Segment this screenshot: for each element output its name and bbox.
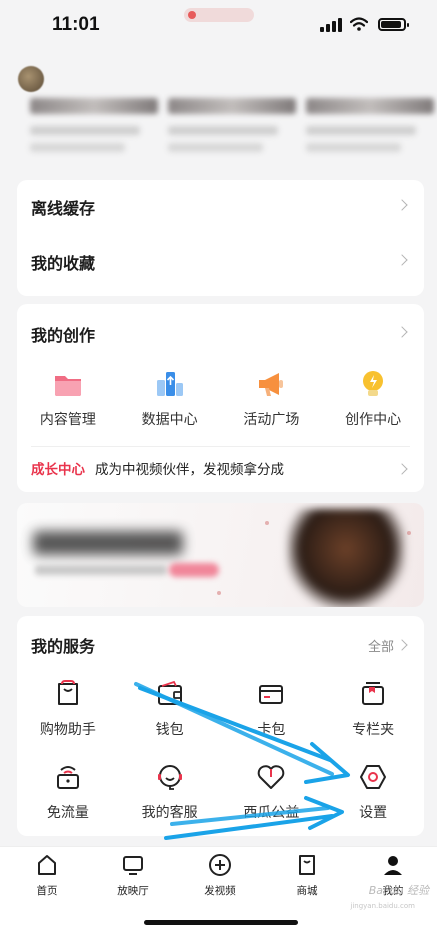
store-icon [299,855,315,875]
free-data-label: 免流量 [46,805,89,821]
content-management-item[interactable]: 内容管理 [17,368,119,429]
wallet-item[interactable]: 钱包 [119,678,221,739]
wallet-icon [157,680,182,705]
watch-history [30,98,437,168]
services-grid-row-1: 购物助手 钱包 卡包 专栏夹 [17,678,424,739]
charity-heart-icon [258,765,285,789]
add-icon [209,854,231,876]
creation-title: 我的创作 [31,326,96,345]
free-data-icon [56,766,79,789]
watermark-url: jingyan.baidu.com [350,902,415,910]
chevron-right-icon [396,326,408,338]
status-bar: 11:01 [0,0,437,52]
growth-center-label: 成长中心 [31,462,85,478]
profile-icon [384,856,402,875]
activity-square-item[interactable]: 活动广场 [221,368,323,429]
card-icon [259,685,284,704]
home-indicator[interactable] [144,920,298,925]
tab-store[interactable]: 商城 [272,853,342,898]
chevron-right-icon [396,463,408,475]
content-management-label: 内容管理 [39,412,96,428]
tab-home-label: 首页 [36,885,58,897]
customer-service-label: 我的客服 [141,805,198,821]
charity-item[interactable]: 西瓜公益 [221,761,323,822]
offline-cache-row[interactable]: 离线缓存 [31,192,410,222]
services-title: 我的服务 [31,637,96,656]
column-folder-label: 专栏夹 [352,722,395,738]
activity-square-label: 活动广场 [243,412,300,428]
free-data-item[interactable]: 免流量 [17,761,119,822]
status-time: 11:01 [52,14,100,35]
shopping-bag-icon [57,680,78,705]
services-all-link[interactable]: 全部 [368,636,394,655]
promo-banner[interactable] [17,503,424,607]
tab-theater[interactable]: 放映厅 [98,853,168,898]
column-folder-icon [362,682,385,705]
divider [31,446,410,447]
wallet-label: 钱包 [155,722,184,738]
tv-icon [123,856,143,875]
creation-card: 我的创作 内容管理 数据中心 活动广场 创作中心 成长中心 成为中视频伙伴，发视… [17,304,424,492]
shopping-assistant-label: 购物助手 [39,722,96,738]
creation-grid: 内容管理 数据中心 活动广场 创作中心 [17,368,424,429]
growth-center-row[interactable]: 成长中心 成为中视频伙伴，发视频拿分成 [31,458,284,478]
tab-store-label: 商城 [296,885,318,897]
tab-home[interactable]: 首页 [12,853,82,898]
customer-service-item[interactable]: 我的客服 [119,761,221,822]
banner-image [287,509,405,607]
charity-label: 西瓜公益 [243,805,300,821]
tab-theater-label: 放映厅 [117,885,149,897]
megaphone-icon [259,373,284,396]
shopping-assistant-item[interactable]: 购物助手 [17,678,119,739]
quick-list-card: 离线缓存 我的收藏 [17,180,424,296]
favorites-row[interactable]: 我的收藏 [31,247,410,277]
app-indicator-pill [184,8,254,22]
services-header: 我的服务 [31,630,410,660]
column-folder-item[interactable]: 专栏夹 [322,678,424,739]
wifi-icon [350,17,368,31]
history-item[interactable] [30,98,158,152]
battery-icon [378,18,409,31]
history-item[interactable] [306,98,434,152]
home-icon [38,855,56,875]
creation-header[interactable]: 我的创作 [31,319,410,349]
customer-service-icon [157,765,182,790]
folder-icon [54,376,81,396]
services-grid-row-2: 免流量 我的客服 西瓜公益 设置 [17,761,424,822]
lightbulb-icon [363,371,384,396]
chevron-right-icon [396,199,408,211]
offline-cache-label: 离线缓存 [31,199,96,218]
creator-center-item[interactable]: 创作中心 [322,368,424,429]
growth-center-text: 成为中视频伙伴，发视频拿分成 [95,462,284,478]
cellular-signal-icon [320,18,344,32]
history-item[interactable] [168,98,296,152]
tab-post-video[interactable]: 发视频 [185,853,255,898]
settings-item[interactable]: 设置 [322,761,424,822]
settings-label: 设置 [359,805,388,821]
services-card: 我的服务 全部 购物助手 钱包 卡包 专栏夹 免流量 我的客服 西瓜公益 设置 [17,616,424,836]
favorites-label: 我的收藏 [31,254,96,273]
card-wallet-label: 卡包 [257,722,286,738]
watermark-brand: Bai du 经验 [368,884,429,897]
data-center-label: 数据中心 [141,412,198,428]
card-wallet-item[interactable]: 卡包 [221,678,323,739]
chevron-right-icon [396,254,408,266]
settings-icon [360,765,387,789]
data-center-icon [156,372,183,396]
data-center-item[interactable]: 数据中心 [119,368,221,429]
creator-center-label: 创作中心 [345,412,402,428]
user-avatar[interactable] [18,66,44,92]
tab-post-video-label: 发视频 [204,885,236,897]
